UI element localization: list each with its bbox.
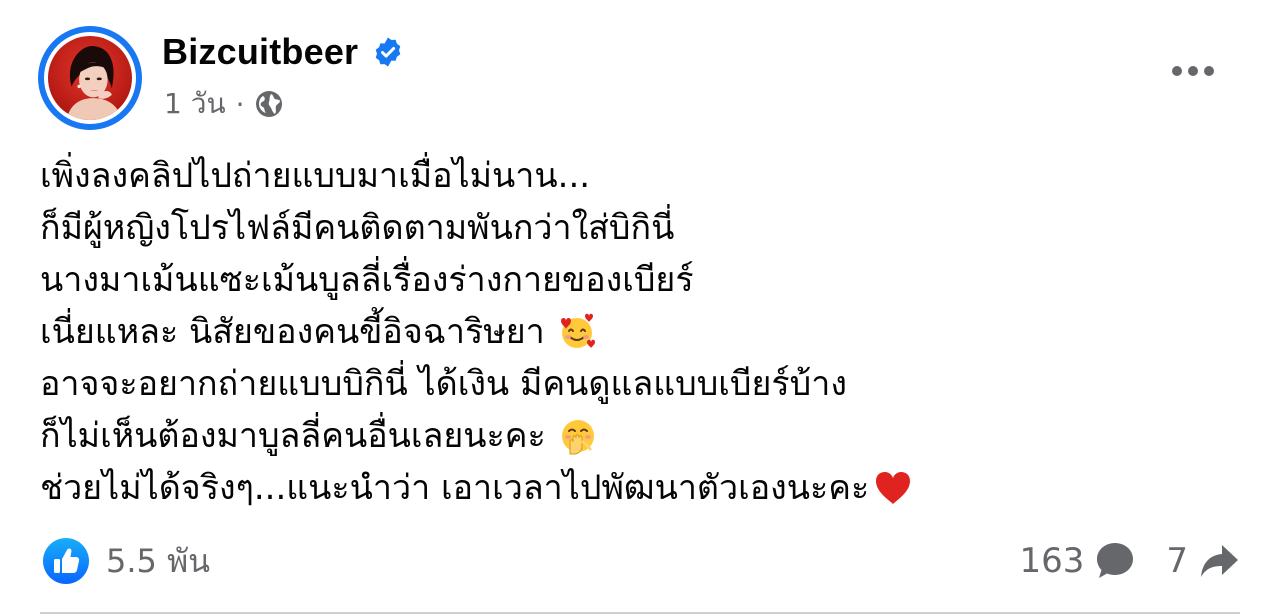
post-timestamp[interactable]: 1 วัน xyxy=(164,82,226,126)
author-header: Bizcuitbeer xyxy=(162,28,404,76)
post-text-line-text: เพิ่งลงคลิปไปถ่ายแบบมาเมื่อไม่นาน... xyxy=(40,156,591,196)
post-text-line: เพิ่งลงคลิปไปถ่ายแบบมาเมื่อไม่นาน... xyxy=(40,150,1220,202)
post-text-line: ก็มีผู้หญิงโปรไฟล์มีคนติดตามพันกว่าใส่บิ… xyxy=(40,202,1220,254)
post-text-line-text: เนี่ยแหละ นิสัยของคนขี้อิจฉาริษยา xyxy=(40,312,545,352)
more-options-button[interactable] xyxy=(1162,50,1224,92)
post-meta: 1 วัน · xyxy=(164,84,284,124)
post-text-line: อาจจะอยากถ่ายแบบบิกินี่ ได้เงิน มีคนดูแล… xyxy=(40,358,1220,410)
more-options-icon xyxy=(1172,66,1214,76)
post-text-line-text: ช่วยไม่ได้จริงๆ...แนะนำว่า เอาเวลาไปพัฒน… xyxy=(40,468,870,508)
avatar-inner-ring xyxy=(44,32,136,124)
comments-button[interactable]: 163 xyxy=(1019,540,1136,582)
share-icon xyxy=(1201,545,1238,577)
meta-separator: · xyxy=(235,87,245,121)
globe-icon[interactable] xyxy=(254,89,284,119)
red-heart-icon xyxy=(876,472,911,504)
post-text-line: เนี่ยแหละ นิสัยของคนขี้อิจฉาริษยา xyxy=(40,306,1220,358)
post-text-line: นางมาเม้นแซะเม้นบูลลี่เรื่องร่างกายของเบ… xyxy=(40,254,1220,306)
face-with-hand-over-mouth-icon xyxy=(561,420,594,455)
post-text-line-text: ก็มีผู้หญิงโปรไฟล์มีคนติดตามพันกว่าใส่บิ… xyxy=(40,208,675,248)
author-name[interactable]: Bizcuitbeer xyxy=(162,31,358,73)
post-text-line-text: อาจจะอยากถ่ายแบบบิกินี่ ได้เงิน มีคนดูแล… xyxy=(40,364,847,404)
profile-photo xyxy=(48,36,132,120)
share-count: 7 xyxy=(1166,541,1188,581)
post-text-line-text: ก็ไม่เห็นต้องมาบูลลี่คนอื่นเลยนะคะ xyxy=(40,416,546,456)
avatar[interactable] xyxy=(38,26,142,130)
reaction-count: 5.5 พัน xyxy=(106,541,211,580)
comment-count: 163 xyxy=(1019,541,1085,581)
comment-icon xyxy=(1097,543,1134,578)
shares-button[interactable]: 7 xyxy=(1166,540,1240,582)
verified-badge-icon xyxy=(375,37,401,67)
post-text-line: ช่วยไม่ได้จริงๆ...แนะนำว่า เอาเวลาไปพัฒน… xyxy=(40,462,1220,514)
reactions-summary[interactable]: 5.5 พัน xyxy=(42,536,210,586)
smiling-face-with-hearts-icon xyxy=(560,313,595,348)
post-divider xyxy=(40,612,1240,614)
post-text-line-text: นางมาเม้นแซะเม้นบูลลี่เรื่องร่างกายของเบ… xyxy=(40,260,694,300)
post-engagement-bar: 5.5 พัน 163 7 xyxy=(0,530,1280,594)
post-text-line: ก็ไม่เห็นต้องมาบูลลี่คนอื่นเลยนะคะ xyxy=(40,410,1220,462)
like-icon xyxy=(43,538,89,584)
engagement-counts: 163 7 xyxy=(1019,536,1240,586)
post-body: เพิ่งลงคลิปไปถ่ายแบบมาเมื่อไม่นาน... ก็ม… xyxy=(40,150,1220,514)
